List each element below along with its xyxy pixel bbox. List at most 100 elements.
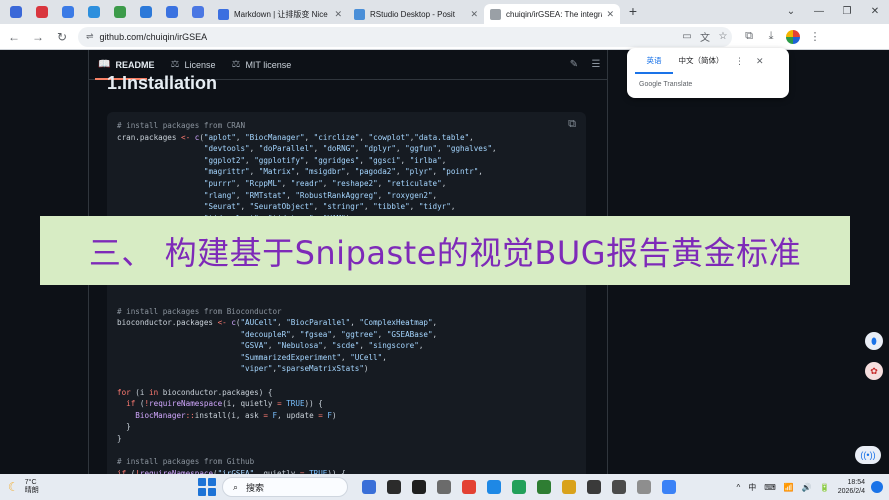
install-app-icon[interactable]: ▭ <box>678 31 696 42</box>
pinned-tab[interactable] <box>56 3 80 21</box>
code-token: , <box>432 318 438 328</box>
site-favicon-icon <box>490 8 501 20</box>
wifi-icon[interactable]: 📶 <box>784 483 794 492</box>
copy-icon[interactable]: ⧉ <box>568 118 576 131</box>
url-text[interactable]: github.com/chuiqin/irGSEA <box>100 32 208 42</box>
translate-menu-icon[interactable]: ⋮ <box>735 56 744 67</box>
new-tab-button[interactable]: + <box>624 3 642 21</box>
battery-icon[interactable]: 🔋 <box>820 483 830 492</box>
minimize-button[interactable]: — <box>805 0 833 24</box>
taskbar-apps <box>356 477 681 497</box>
app-icon <box>611 480 626 494</box>
close-tab-icon[interactable]: ✕ <box>334 9 342 20</box>
taskbar-app-icon[interactable] <box>506 477 531 497</box>
code-token: "pointr" <box>441 167 479 177</box>
taskbar-app-icon[interactable] <box>381 477 406 497</box>
maximize-button[interactable]: ❐ <box>833 0 861 24</box>
taskbar-app-icon[interactable] <box>481 477 506 497</box>
code-token: install(i, ask <box>194 410 264 420</box>
translate-icon[interactable]: 文 <box>696 29 714 44</box>
site-info-icon[interactable]: ⇌ <box>86 31 94 42</box>
taskbar-app-icon[interactable] <box>631 477 656 497</box>
volume-icon[interactable]: 🔊 <box>802 483 812 492</box>
notification-icon[interactable] <box>871 481 883 493</box>
code-line: "GSVA", "Nebulosa", "scde", "singscore", <box>117 340 497 352</box>
tab-title: Markdown | 让排版变 Nice <box>234 9 328 19</box>
code-token: , <box>395 144 406 154</box>
code-token: , <box>359 155 369 165</box>
taskbar-app-icon[interactable] <box>456 477 481 497</box>
taskbar-app-icon[interactable] <box>656 477 681 497</box>
translate-source-lang[interactable]: 英语 <box>635 48 673 74</box>
back-button[interactable]: ← <box>4 27 24 47</box>
menu-icon[interactable]: ⋮ <box>804 30 826 43</box>
close-tab-icon[interactable]: ✕ <box>470 9 478 20</box>
code-token: "GSEABase" <box>386 329 433 339</box>
tab-license[interactable]: ⚖ License <box>170 59 215 70</box>
pinned-tab[interactable] <box>186 3 210 21</box>
code-token: "ggridges" <box>313 155 360 165</box>
site-favicon-icon <box>192 6 204 18</box>
taskbar-app-icon[interactable] <box>431 477 456 497</box>
code-token: "stringr" <box>322 202 364 212</box>
browser-tab[interactable]: chuiqin/irGSEA: The integrati ✕ <box>484 4 620 24</box>
live-caption-icon[interactable]: ((•)) <box>855 446 881 464</box>
keyboard-icon[interactable]: ⌨ <box>764 483 776 492</box>
downloads-icon[interactable]: ⤓ <box>760 30 782 43</box>
taskbar-app-icon[interactable] <box>606 477 631 497</box>
code-token: , <box>354 144 364 154</box>
address-bar[interactable]: ⇌ github.com/chuiqin/irGSEA ▭ 文 ☆ <box>78 26 732 47</box>
translate-target-lang[interactable]: 中文（简体） <box>673 48 729 74</box>
tab-mit-license[interactable]: ⚖ MIT license <box>231 59 291 70</box>
floating-extension-icon[interactable]: ⬮ <box>865 332 883 350</box>
pinned-tab[interactable] <box>134 3 158 21</box>
input-method-indicator[interactable]: 中 <box>748 482 756 493</box>
taskbar-app-icon[interactable] <box>581 477 606 497</box>
reload-button[interactable]: ↻ <box>52 27 72 47</box>
code-token: "doRNG" <box>322 144 355 154</box>
code-token: , <box>363 202 374 212</box>
code-token: )) { <box>304 399 323 409</box>
tray-overflow-icon[interactable]: ^ <box>737 483 741 492</box>
weather-widget[interactable]: ☾ 7°C 晴朗 <box>0 479 90 495</box>
translate-close-icon[interactable]: ✕ <box>756 56 764 67</box>
pinned-tab[interactable] <box>82 3 106 21</box>
taskbar-app-icon[interactable] <box>406 477 431 497</box>
bookmark-star-icon[interactable]: ☆ <box>714 31 732 42</box>
browser-tab[interactable]: Markdown | 让排版变 Nice ✕ <box>212 4 348 24</box>
code-token: "msigdbr" <box>304 167 346 177</box>
taskbar-app-icon[interactable] <box>556 477 581 497</box>
start-button[interactable] <box>198 478 216 496</box>
clock[interactable]: 18:54 2026/2/4 <box>838 478 865 496</box>
browser-tab[interactable]: RStudio Desktop - Posit ✕ <box>348 4 484 24</box>
code-token: "ggtree" <box>341 329 378 339</box>
taskbar-app-icon[interactable] <box>356 477 381 497</box>
close-window-button[interactable]: ✕ <box>861 0 889 24</box>
code-token: , <box>235 132 246 142</box>
tab-readme[interactable]: 📖 README <box>98 59 154 70</box>
moon-icon: ☾ <box>8 480 19 494</box>
outline-icon[interactable]: ☰ <box>585 59 607 70</box>
code-token: "tibble" <box>373 202 410 212</box>
pinned-tab[interactable] <box>4 3 28 21</box>
taskbar-app-icon[interactable] <box>531 477 556 497</box>
forward-button[interactable]: → <box>28 27 48 47</box>
browser-tab-strip: Markdown | 让排版变 Nice ✕ RStudio Desktop - P… <box>0 0 889 24</box>
pinned-tab[interactable] <box>30 3 54 21</box>
floating-tool-icon[interactable]: ✿ <box>865 362 883 380</box>
clock-date: 2026/2/4 <box>837 488 865 495</box>
pinned-tabs <box>4 3 212 21</box>
profile-avatar[interactable] <box>786 29 800 44</box>
pinned-tab[interactable] <box>160 3 184 21</box>
edit-icon[interactable]: ✎ <box>563 59 585 70</box>
windows-taskbar: ☾ 7°C 晴朗 ⌕ 搜索 ^ 中 ⌨ 📶 🔊 🔋 18:54 2026/2/4 <box>0 474 889 500</box>
code-block: ⧉ # install packages from CRAN cran.packa… <box>107 112 586 482</box>
extensions-icon[interactable]: ⧉ <box>738 30 760 43</box>
code-token: , <box>235 190 246 200</box>
taskbar-search[interactable]: ⌕ 搜索 <box>222 477 348 497</box>
pinned-tab[interactable] <box>108 3 132 21</box>
tab-search-icon[interactable]: ⌄ <box>777 0 805 24</box>
close-tab-icon[interactable]: ✕ <box>606 9 614 20</box>
